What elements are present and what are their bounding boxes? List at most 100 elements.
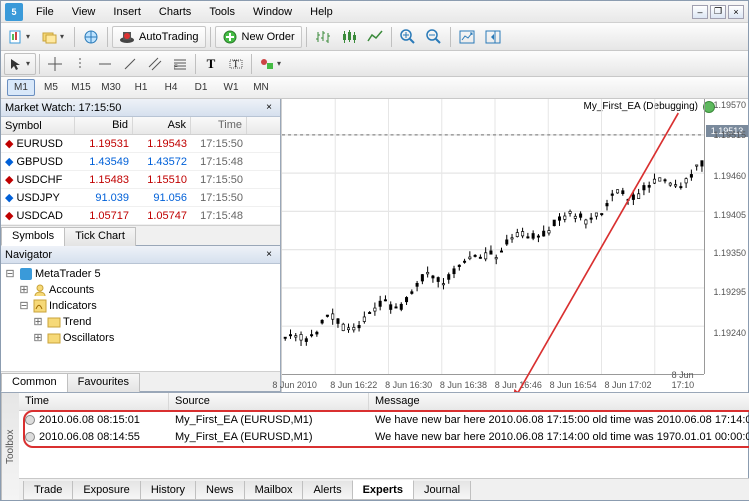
timeframe-M1[interactable]: M1 [7,79,35,96]
time-value: 17:15:48 [191,210,247,222]
fibo-icon: F [172,56,188,72]
fibo-button[interactable]: F [168,53,192,75]
tab-favourites[interactable]: Favourites [67,373,140,392]
vline-button[interactable] [68,53,92,75]
tab-symbols[interactable]: Symbols [1,227,65,246]
equidistant-button[interactable] [143,53,167,75]
menu-tools[interactable]: Tools [200,3,244,21]
market-watch-toggle[interactable] [79,26,103,48]
chart-bars-button[interactable] [311,26,335,48]
menu-charts[interactable]: Charts [150,3,200,21]
toolbox-tab-history[interactable]: History [140,481,196,500]
menu-window[interactable]: Window [244,3,301,21]
tree-accounts[interactable]: ⊞Accounts [3,282,278,298]
cursor-button[interactable]: ▾ [4,53,36,75]
tab-common[interactable]: Common [1,373,68,392]
autotrading-button[interactable]: AutoTrading [112,26,206,48]
close-icon[interactable]: × [262,248,276,262]
tree-root-label: MetaTrader 5 [35,268,101,280]
candles-icon [341,29,357,45]
market-watch-row[interactable]: ◆GBPUSD1.435491.4357217:15:48 [1,153,280,171]
drawing-toolbar: ▾ F T T ▾ [1,51,748,77]
mdi-restore-button[interactable]: ❐ [710,5,726,19]
toolbox-tab-journal[interactable]: Journal [413,481,471,500]
profiles-button[interactable]: ▾ [38,26,70,48]
zoom-in-button[interactable] [396,26,420,48]
navigator-tree[interactable]: ⊟MetaTrader 5 ⊞Accounts ⊟Indicators ⊞Tre… [1,264,280,371]
timeframe-H1[interactable]: H1 [127,79,155,96]
timeframe-M30[interactable]: M30 [97,79,125,96]
market-watch-row[interactable]: ◆USDCAD1.057171.0574717:15:48 [1,207,280,225]
col-time[interactable]: Time [191,117,247,134]
chart-area[interactable]: My_First_EA (Debugging) 1.19513 1.195701… [281,99,748,392]
close-icon[interactable]: × [262,101,276,115]
crosshair-button[interactable] [43,53,67,75]
x-tick: 8 Jun 16:46 [495,380,542,390]
col-time[interactable]: Time [19,393,169,410]
market-watch-header[interactable]: Market Watch: 17:15:50 × [1,99,280,117]
bars-icon [315,29,331,45]
tree-indicators[interactable]: ⊟Indicators [3,298,278,314]
toolbox-tabs: TradeExposureHistoryNewsMailboxAlertsExp… [19,478,749,500]
col-symbol[interactable]: Symbol [1,117,75,134]
toolbox-row[interactable]: 2010.06.08 08:15:01My_First_EA (EURUSD,M… [19,411,749,428]
toolbox-tab-news[interactable]: News [195,481,245,500]
timeframe-M15[interactable]: M15 [67,79,95,96]
menu-insert[interactable]: Insert [104,3,150,21]
text-label-button[interactable]: T [224,53,248,75]
col-bid[interactable]: Bid [75,117,133,134]
mdi-close-button[interactable]: × [728,5,744,19]
market-watch-row[interactable]: ◆EURUSD1.195311.1954317:15:50 [1,135,280,153]
hline-button[interactable] [93,53,117,75]
timeframe-MN[interactable]: MN [247,79,275,96]
toolbox-tab-mailbox[interactable]: Mailbox [244,481,304,500]
toolbox-handle[interactable]: Toolbox [1,393,19,500]
tree-oscillators[interactable]: ⊞Oscillators [3,330,278,346]
menu-file[interactable]: File [27,3,63,21]
col-source[interactable]: Source [169,393,369,410]
market-watch-row[interactable]: ◆USDJPY91.03991.05617:15:50 [1,189,280,207]
tree-label: Indicators [49,300,97,312]
col-ask[interactable]: Ask [133,117,191,134]
auto-scroll-button[interactable] [455,26,479,48]
cursor-icon [8,56,24,72]
bullet-icon [25,415,35,425]
app-window: 5 File View Insert Charts Tools Window H… [0,0,749,501]
crosshair-icon [47,56,63,72]
market-watch-row[interactable]: ◆USDCHF1.154831.1551017:15:50 [1,171,280,189]
chart-line-button[interactable] [363,26,387,48]
chart-candles-button[interactable] [337,26,361,48]
mdi-min-button[interactable]: ‒ [692,5,708,19]
y-tick: 1.19240 [713,328,746,338]
toolbox-panel: Toolbox Time Source Message 2010.06.08 0… [1,392,748,500]
row-message: We have new bar here 2010.06.08 17:15:00… [369,414,749,426]
toolbox-tab-experts[interactable]: Experts [352,480,414,500]
timeframe-M5[interactable]: M5 [37,79,65,96]
toolbox-tab-exposure[interactable]: Exposure [72,481,140,500]
toolbox-tab-trade[interactable]: Trade [23,481,73,500]
app-icon: 5 [5,3,23,21]
tree-trend[interactable]: ⊞Trend [3,314,278,330]
text-button[interactable]: T [199,53,223,75]
zoom-out-button[interactable] [422,26,446,48]
new-order-label: New Order [242,31,295,43]
chart-shift-button[interactable] [481,26,505,48]
toolbox-tab-alerts[interactable]: Alerts [302,481,352,500]
tree-root[interactable]: ⊟MetaTrader 5 [3,266,278,282]
timeframe-W1[interactable]: W1 [217,79,245,96]
objects-button[interactable]: ▾ [255,53,287,75]
menu-help[interactable]: Help [301,3,342,21]
toolbox-row[interactable]: 2010.06.08 08:14:55My_First_EA (EURUSD,M… [19,428,749,445]
new-chart-button[interactable]: ▾ [4,26,36,48]
timeframe-H4[interactable]: H4 [157,79,185,96]
shift-icon [485,29,501,45]
label-icon: T [228,56,244,72]
menu-view[interactable]: View [63,3,105,21]
tab-tick-chart[interactable]: Tick Chart [64,227,136,246]
ask-value: 1.15510 [133,174,191,186]
trendline-button[interactable] [118,53,142,75]
navigator-header[interactable]: Navigator × [1,246,280,264]
new-order-button[interactable]: New Order [215,26,302,48]
timeframe-D1[interactable]: D1 [187,79,215,96]
col-message[interactable]: Message [369,393,749,410]
